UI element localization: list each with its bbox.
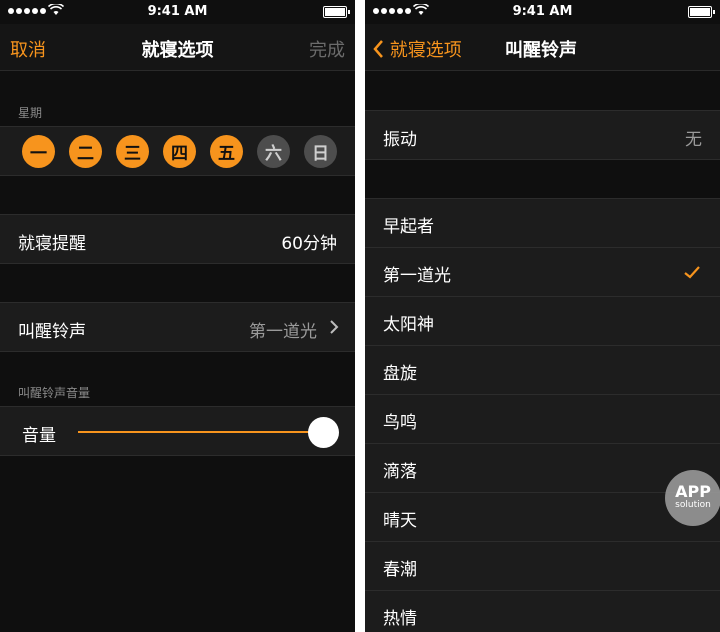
sound-name: 热情 — [383, 609, 417, 629]
bedtime-reminder-row[interactable]: 就寝提醒 60分钟 — [0, 214, 355, 264]
wake-sound-label: 叫醒铃声 — [18, 322, 86, 342]
status-bar: 9:41 AM — [0, 0, 355, 24]
status-bar: 9:41 AM — [365, 0, 720, 24]
sound-name: 盘旋 — [383, 364, 417, 384]
sound-list-item[interactable]: 盘旋 — [365, 346, 720, 395]
nav-bar: 取消 就寝选项 完成 — [0, 24, 355, 71]
weekday-toggle[interactable]: 日 — [304, 135, 337, 168]
chevron-right-icon — [330, 320, 339, 334]
sound-name: 早起者 — [383, 217, 434, 237]
status-time: 9:41 AM — [147, 4, 208, 19]
vibration-row[interactable]: 振动 无 — [365, 110, 720, 160]
bedtime-reminder-value: 60分钟 — [281, 234, 337, 254]
sound-name: 春潮 — [383, 560, 417, 580]
sound-name: 滴落 — [383, 462, 417, 482]
weekday-section-label: 星期 — [18, 106, 43, 120]
page-title: 叫醒铃声 — [505, 40, 577, 61]
wake-sound-screen: 9:41 AM 就寝选项 叫醒铃声 振动 无 早起者第一道光太阳神盘旋鸟鸣滴落晴… — [365, 0, 720, 632]
done-button[interactable]: 完成 — [309, 36, 345, 62]
sound-name: 鸟鸣 — [383, 413, 417, 433]
sound-list-item[interactable]: 太阳神 — [365, 297, 720, 346]
status-time: 9:41 AM — [512, 4, 573, 19]
weekday-toggle[interactable]: 五 — [210, 135, 243, 168]
sound-name: 晴天 — [383, 511, 417, 531]
weekday-picker: 一二三四五六日 — [0, 126, 355, 176]
chevron-left-icon — [373, 40, 383, 58]
weekday-toggle[interactable]: 四 — [163, 135, 196, 168]
nav-bar: 就寝选项 叫醒铃声 — [365, 24, 720, 71]
sound-list-item[interactable]: 鸟鸣 — [365, 395, 720, 444]
volume-row: 音量 — [0, 406, 355, 456]
wake-sound-row[interactable]: 叫醒铃声 第一道光 — [0, 302, 355, 352]
weekday-toggle[interactable]: 三 — [116, 135, 149, 168]
battery-icon — [688, 6, 715, 18]
checkmark-icon — [684, 266, 700, 279]
wake-sound-value: 第一道光 — [249, 322, 317, 342]
weekday-toggle[interactable]: 一 — [22, 135, 55, 168]
battery-icon — [323, 6, 350, 18]
volume-slider-track[interactable] — [78, 431, 337, 433]
sound-list-item[interactable]: 早起者 — [365, 199, 720, 248]
vibration-value: 无 — [685, 130, 702, 150]
sound-list-item[interactable]: 热情 — [365, 591, 720, 632]
sound-list: 早起者第一道光太阳神盘旋鸟鸣滴落晴天春潮热情 — [365, 198, 720, 632]
sound-list-item[interactable]: 春潮 — [365, 542, 720, 591]
volume-section-label: 叫醒铃声音量 — [18, 386, 91, 400]
page-title: 就寝选项 — [141, 40, 214, 61]
bedtime-reminder-label: 就寝提醒 — [18, 234, 86, 254]
weekday-toggle[interactable]: 二 — [69, 135, 102, 168]
watermark-logo: APP solution — [665, 470, 720, 526]
sound-name: 太阳神 — [383, 315, 434, 335]
bedtime-options-screen: 9:41 AM 取消 就寝选项 完成 星期 一二三四五六日 就寝提醒 60分钟 … — [0, 0, 355, 632]
vibration-label: 振动 — [383, 130, 417, 150]
sound-name: 第一道光 — [383, 266, 451, 286]
sound-list-item[interactable]: 第一道光 — [365, 248, 720, 297]
volume-slider-knob[interactable] — [308, 417, 339, 448]
weekday-toggle[interactable]: 六 — [257, 135, 290, 168]
volume-label: 音量 — [22, 426, 56, 446]
